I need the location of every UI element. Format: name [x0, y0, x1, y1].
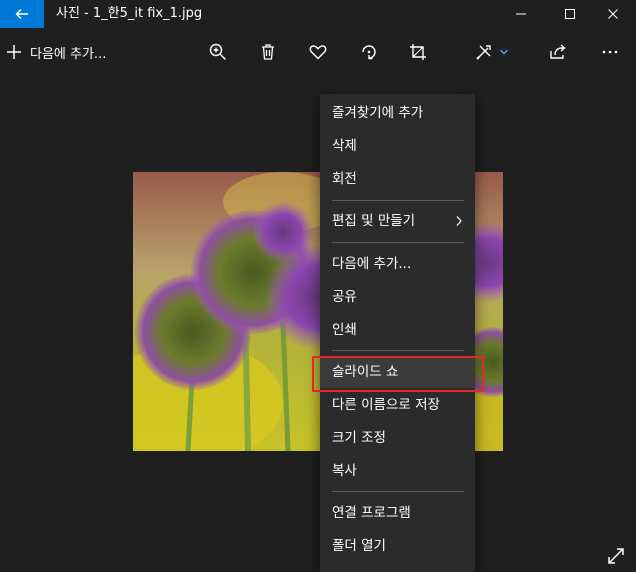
menu-item-open-with[interactable]: 연결 프로그램 — [320, 497, 475, 529]
edit-create-button[interactable] — [470, 38, 498, 66]
menu-item-add-favorite[interactable]: 즐겨찾기에 추가 — [320, 97, 475, 129]
close-button[interactable] — [590, 0, 636, 28]
menu-item-delete[interactable]: 삭제 — [320, 130, 475, 162]
rotate-button[interactable] — [355, 38, 383, 66]
plus-icon — [7, 45, 21, 59]
crop-icon — [410, 44, 426, 60]
window-title: 사진 - 1_한5_it fix_1.jpg — [56, 6, 203, 21]
share-button[interactable] — [544, 38, 572, 66]
delete-button[interactable] — [254, 38, 282, 66]
rotate-icon — [362, 45, 376, 60]
menu-separator — [332, 491, 464, 492]
menu-separator — [332, 200, 464, 201]
fullscreen-button[interactable] — [603, 543, 629, 569]
back-arrow-icon — [15, 9, 28, 19]
favorite-button[interactable] — [304, 38, 332, 66]
highlight-box — [312, 356, 484, 392]
back-button[interactable] — [0, 0, 44, 28]
menu-item-resize[interactable]: 크기 조정 — [320, 422, 475, 454]
context-menu: 즐겨찾기에 추가 삭제 회전 편집 및 만들기 다음에 추가... 공유 인쇄 … — [320, 94, 475, 572]
crop-button[interactable] — [404, 38, 432, 66]
share-icon — [550, 44, 566, 59]
menu-item-copy[interactable]: 복사 — [320, 455, 475, 487]
close-icon — [608, 9, 618, 19]
menu-item-edit-create[interactable]: 편집 및 만들기 — [320, 205, 475, 237]
menu-item-save-as[interactable]: 다른 이름으로 저장 — [320, 389, 475, 421]
menu-item-rotate[interactable]: 회전 — [320, 163, 475, 195]
heart-icon — [309, 45, 327, 60]
more-button[interactable] — [596, 38, 624, 66]
delete-icon — [262, 44, 274, 60]
maximize-button[interactable] — [547, 0, 593, 28]
expand-icon — [608, 548, 624, 564]
menu-item-share[interactable]: 공유 — [320, 281, 475, 313]
toolbar: 다음에 추가... — [0, 28, 636, 76]
add-to-button[interactable]: 다음에 추가... — [6, 38, 106, 66]
maximize-icon — [565, 9, 575, 19]
add-to-label: 다음에 추가... — [30, 46, 107, 62]
title-bar: 사진 - 1_한5_it fix_1.jpg — [0, 0, 636, 28]
menu-item-open-folder[interactable]: 폴더 열기 — [320, 530, 475, 562]
zoom-button[interactable] — [204, 38, 232, 66]
minimize-icon — [516, 13, 526, 15]
edit-create-dropdown[interactable] — [496, 38, 512, 66]
menu-item-edit-create-label: 편집 및 만들기 — [332, 213, 416, 229]
menu-separator — [332, 242, 464, 243]
edit-create-icon — [476, 45, 491, 60]
chevron-down-icon — [499, 49, 509, 55]
zoom-in-icon — [209, 43, 226, 60]
menu-item-print[interactable]: 인쇄 — [320, 314, 475, 346]
more-icon — [602, 50, 618, 54]
menu-separator — [332, 350, 464, 351]
minimize-button[interactable] — [498, 0, 544, 28]
menu-item-add-to[interactable]: 다음에 추가... — [320, 248, 475, 280]
chevron-right-icon — [455, 205, 463, 237]
